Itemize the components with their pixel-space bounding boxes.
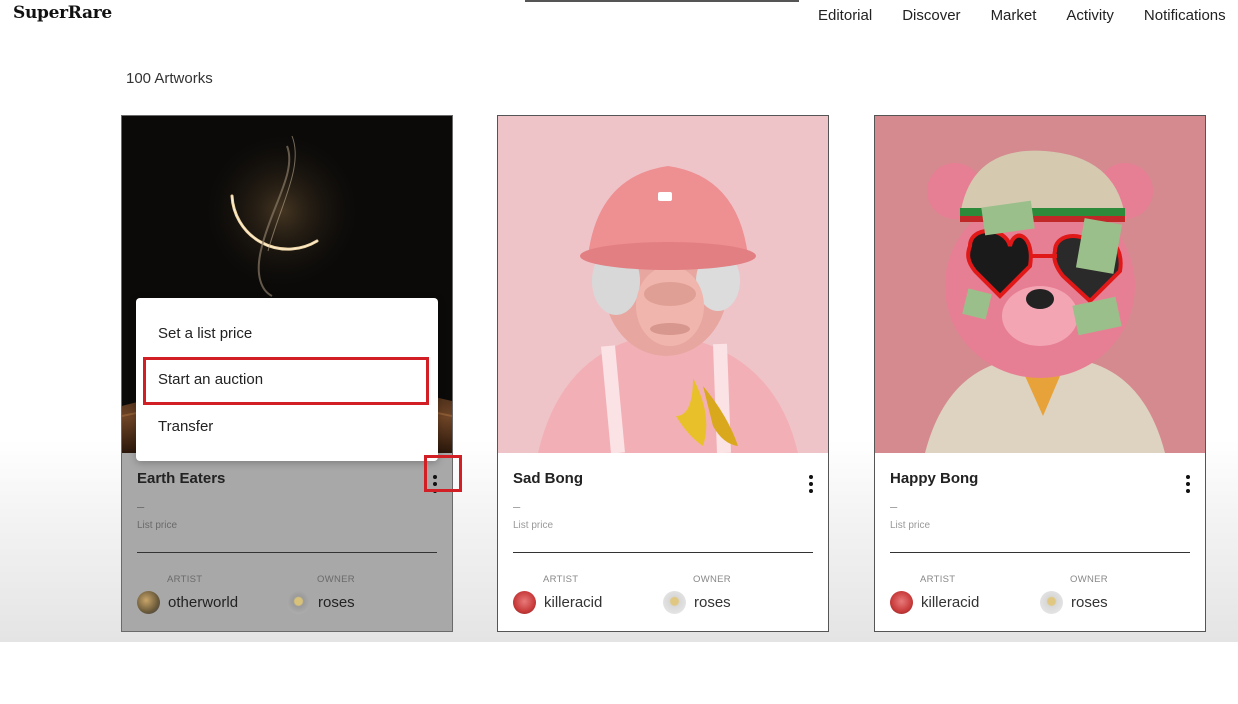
artwork-title[interactable]: Happy Bong	[890, 470, 978, 487]
artist-avatar	[513, 591, 536, 614]
list-price-value: –	[137, 499, 145, 514]
sad-bong-artwork	[498, 116, 828, 453]
artwork-title[interactable]: Sad Bong	[513, 470, 583, 487]
artwork-image-happy-bong[interactable]	[875, 116, 1205, 453]
artist-name: killeracid	[544, 594, 603, 611]
card-divider	[137, 552, 437, 553]
nav-notifications[interactable]: Notifications	[1144, 7, 1226, 24]
artist-avatar	[890, 591, 913, 614]
menu-item-set-list-price[interactable]: Set a list price	[158, 325, 252, 342]
owner-avatar	[287, 591, 310, 614]
owner-avatar	[1040, 591, 1063, 614]
owner-avatar	[663, 591, 686, 614]
owner-label: OWNER	[317, 574, 355, 585]
more-options-icon[interactable]	[1181, 473, 1195, 495]
nav-market[interactable]: Market	[991, 7, 1037, 24]
happy-bong-artwork	[875, 116, 1205, 453]
highlight-more-options	[424, 455, 462, 492]
artwork-image-sad-bong[interactable]	[498, 116, 828, 453]
page-background: SuperRare Editorial Discover Market Acti…	[0, 0, 1238, 642]
owner-label: OWNER	[693, 574, 731, 585]
card-divider	[890, 552, 1190, 553]
top-navigation-bar: SuperRare Editorial Discover Market Acti…	[0, 0, 1238, 40]
card-divider	[513, 552, 813, 553]
artist-name: otherworld	[168, 594, 239, 611]
list-price-label: List price	[137, 520, 178, 531]
list-price-label: List price	[513, 520, 554, 531]
nav-editorial[interactable]: Editorial	[818, 7, 872, 24]
nav-activity[interactable]: Activity	[1066, 7, 1114, 24]
owner-link[interactable]: roses	[1040, 591, 1108, 614]
artist-label: ARTIST	[167, 574, 203, 585]
artist-link[interactable]: otherworld	[137, 591, 238, 614]
owner-name: roses	[694, 594, 731, 611]
superrare-logo[interactable]: SuperRare	[13, 3, 112, 23]
list-price-value: –	[513, 499, 521, 514]
owner-link[interactable]: roses	[287, 591, 355, 614]
main-nav: Editorial Discover Market Activity Notif…	[818, 7, 1226, 24]
artist-link[interactable]: killeracid	[890, 591, 979, 614]
active-tab-indicator	[525, 0, 799, 2]
owner-label: OWNER	[1070, 574, 1108, 585]
artist-label: ARTIST	[920, 574, 956, 585]
owner-name: roses	[318, 594, 355, 611]
owner-link[interactable]: roses	[663, 591, 731, 614]
artist-name: killeracid	[921, 594, 980, 611]
artwork-card-happy-bong[interactable]: Happy Bong – List price ARTIST killeraci…	[874, 115, 1206, 632]
menu-item-transfer[interactable]: Transfer	[158, 418, 213, 435]
owner-name: roses	[1071, 594, 1108, 611]
artist-link[interactable]: killeracid	[513, 591, 602, 614]
artist-avatar	[137, 591, 160, 614]
list-price-value: –	[890, 499, 898, 514]
artwork-card-sad-bong[interactable]: Sad Bong – List price ARTIST killeracid …	[497, 115, 829, 632]
artwork-title[interactable]: Earth Eaters	[137, 470, 225, 487]
artwork-count: 100 Artworks	[126, 70, 213, 87]
highlight-start-auction	[143, 357, 429, 405]
list-price-label: List price	[890, 520, 931, 531]
nav-discover[interactable]: Discover	[902, 7, 960, 24]
artist-label: ARTIST	[543, 574, 579, 585]
more-options-icon[interactable]	[804, 473, 818, 495]
